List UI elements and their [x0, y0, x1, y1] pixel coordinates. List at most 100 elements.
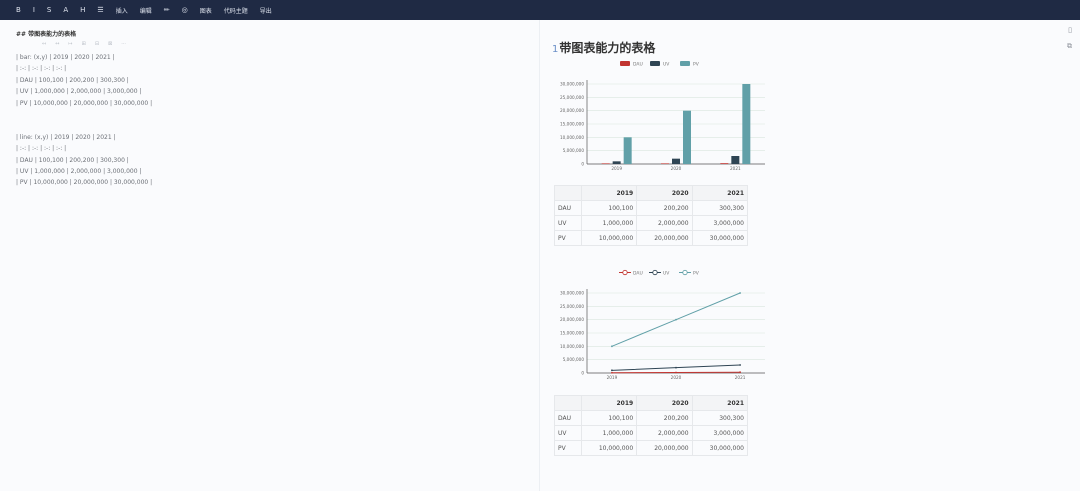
bar-pv-2020: [683, 110, 691, 164]
legend-item-dau[interactable]: DAU: [620, 61, 643, 68]
toolbar-item-10[interactable]: 图表: [194, 0, 218, 20]
toolbar-item-7[interactable]: 编辑: [134, 0, 158, 20]
add-column-icon[interactable]: ⊟: [95, 41, 99, 47]
editor-line[interactable]: | UV | 1,000,000 | 2,000,000 | 3,000,000…: [16, 88, 141, 95]
editor-line[interactable]: | line: (x,y) | 2019 | 2020 | 2021 |: [16, 134, 116, 141]
bar-chart: DAU UV PV 0 5,000,000 10,000,000 15,000,000 20,…: [560, 61, 765, 171]
y-tick-label: 30,000,000: [560, 82, 584, 87]
table-cell: 200,200: [636, 410, 693, 426]
legend-label: PV: [693, 271, 700, 277]
table-cell: PV: [554, 230, 582, 246]
toolbar-item-6[interactable]: 插入: [110, 0, 134, 20]
italic-icon[interactable]: I: [27, 0, 41, 20]
markdown-editor[interactable]: ## 带图表能力的表格 ↤ ↔ ↦ ⊞ ⊟ ⊠ ⋯ | bar: (x,y) |…: [0, 20, 540, 491]
bar-uv-2021: [731, 156, 740, 164]
bar-dau-2021: [720, 163, 729, 164]
legend-label: DAU: [633, 62, 643, 68]
align-center-icon[interactable]: ↔: [55, 41, 59, 47]
y-tick-label: 20,000,000: [560, 108, 584, 113]
list-icon[interactable]: ☰: [91, 0, 109, 20]
legend-item-pv[interactable]: PV: [679, 269, 700, 277]
bar-uv-2020: [672, 158, 680, 164]
table-cell: 200,200: [636, 200, 693, 216]
y-tick-label: 30,000,000: [560, 291, 584, 296]
underline-icon[interactable]: A: [57, 0, 74, 20]
toolbar-item-11[interactable]: 代码主题: [218, 0, 254, 20]
strikethrough-icon[interactable]: S: [41, 0, 57, 20]
table-header-cell: 2021: [691, 395, 749, 411]
editor-mini-toolbar: ↤ ↔ ↦ ⊞ ⊟ ⊠ ⋯: [42, 41, 126, 47]
point-pv-2019: [611, 345, 613, 348]
x-tick-label: 2019: [611, 166, 622, 171]
editor-line[interactable]: | bar: (x,y) | 2019 | 2020 | 2021 |: [16, 54, 115, 61]
table-cell: 3,000,000: [691, 425, 749, 441]
legend-label: UV: [663, 62, 670, 68]
heading-icon[interactable]: H: [74, 0, 91, 20]
point-dau-2021: [739, 371, 741, 374]
legend-item-uv[interactable]: UV: [650, 61, 670, 68]
point-dau-2020: [675, 371, 677, 374]
editor-line[interactable]: | :-: | :-: | :-: | :-: |: [16, 145, 66, 152]
point-uv-2020: [675, 366, 677, 369]
table-cell: 30,000,000: [691, 440, 749, 456]
legend-item-dau[interactable]: DAU: [619, 269, 643, 277]
copy-icon[interactable]: ⧉: [1067, 42, 1072, 51]
table-cell: 10,000,000: [580, 440, 638, 456]
legend-swatch: [650, 61, 660, 66]
legend-item-pv[interactable]: PV: [680, 61, 700, 68]
table-cell: 100,100: [580, 410, 638, 426]
editor-heading-line[interactable]: ## 带图表能力的表格: [16, 29, 76, 38]
table-header-cell: [554, 185, 582, 201]
toolbar-item-12[interactable]: 导出: [254, 0, 278, 20]
table-cell: 1,000,000: [580, 215, 638, 231]
legend-item-uv[interactable]: UV: [649, 269, 670, 277]
data-table-line: 2019 2020 2021 DAU 100,100 200,200 300,300 UV 1,…: [554, 395, 749, 456]
x-tick-label: 2020: [671, 375, 682, 380]
legend-label: UV: [663, 271, 670, 277]
editor-line[interactable]: | PV | 10,000,000 | 20,000,000 | 30,000,…: [16, 179, 152, 186]
table-cell: 300,300: [691, 200, 749, 216]
editor-line[interactable]: | PV | 10,000,000 | 20,000,000 | 30,000,…: [16, 100, 152, 107]
align-left-icon[interactable]: ↤: [42, 41, 46, 47]
table-cell: 100,100: [580, 200, 638, 216]
pen-icon[interactable]: ✏: [158, 0, 176, 20]
page-title: 1带图表能力的表格: [552, 39, 655, 56]
table-cell: 300,300: [691, 410, 749, 426]
bold-icon[interactable]: B: [10, 0, 27, 20]
add-row-icon[interactable]: ⊞: [82, 41, 86, 47]
point-pv-2021: [739, 292, 741, 294]
editor-toolbar: B I S A H ☰ 插入 编辑 ✏ ◎ 图表 代码主题 导出: [0, 0, 1080, 20]
point-uv-2021: [739, 364, 741, 366]
table-cell: UV: [554, 425, 582, 441]
table-row: PV 10,000,000 20,000,000 30,000,000: [554, 230, 749, 246]
markdown-preview: 1带图表能力的表格 ▯ ⧉ DAU UV PV 0 5,000,000 10,000,00…: [540, 20, 1080, 491]
editor-line[interactable]: | UV | 1,000,000 | 2,000,000 | 3,000,000…: [16, 168, 141, 175]
editor-line[interactable]: | :-: | :-: | :-: | :-: |: [16, 65, 66, 72]
table-cell: 1,000,000: [580, 425, 638, 441]
more-icon[interactable]: ⋯: [121, 41, 126, 47]
bar-pv-2021: [742, 84, 751, 164]
table-header-cell: 2021: [691, 185, 749, 201]
x-tick-label: 2019: [607, 375, 618, 380]
document-icon[interactable]: ▯: [1068, 26, 1072, 34]
table-cell: 3,000,000: [691, 215, 749, 231]
bar-dau-2020: [661, 163, 669, 164]
target-icon[interactable]: ◎: [176, 0, 194, 20]
table-header-cell: 2019: [580, 395, 638, 411]
delete-icon[interactable]: ⊠: [108, 41, 112, 47]
y-tick-label: 5,000,000: [563, 148, 585, 153]
legend-label: PV: [693, 62, 700, 68]
bar-uv-2019: [612, 161, 621, 164]
align-right-icon[interactable]: ↦: [68, 41, 72, 47]
y-tick-label: 5,000,000: [563, 357, 585, 362]
point-dau-2019: [611, 371, 613, 374]
table-cell: UV: [554, 215, 582, 231]
heading-anchor[interactable]: 1: [552, 44, 558, 55]
y-tick-label: 10,000,000: [560, 135, 584, 140]
table-header-cell: 2019: [580, 185, 638, 201]
table-cell: 2,000,000: [636, 425, 693, 441]
table-cell: 10,000,000: [580, 230, 638, 246]
editor-line[interactable]: | DAU | 100,100 | 200,200 | 300,300 |: [16, 77, 129, 84]
editor-line[interactable]: | DAU | 100,100 | 200,200 | 300,300 |: [16, 157, 129, 164]
legend-swatch: [680, 61, 690, 66]
